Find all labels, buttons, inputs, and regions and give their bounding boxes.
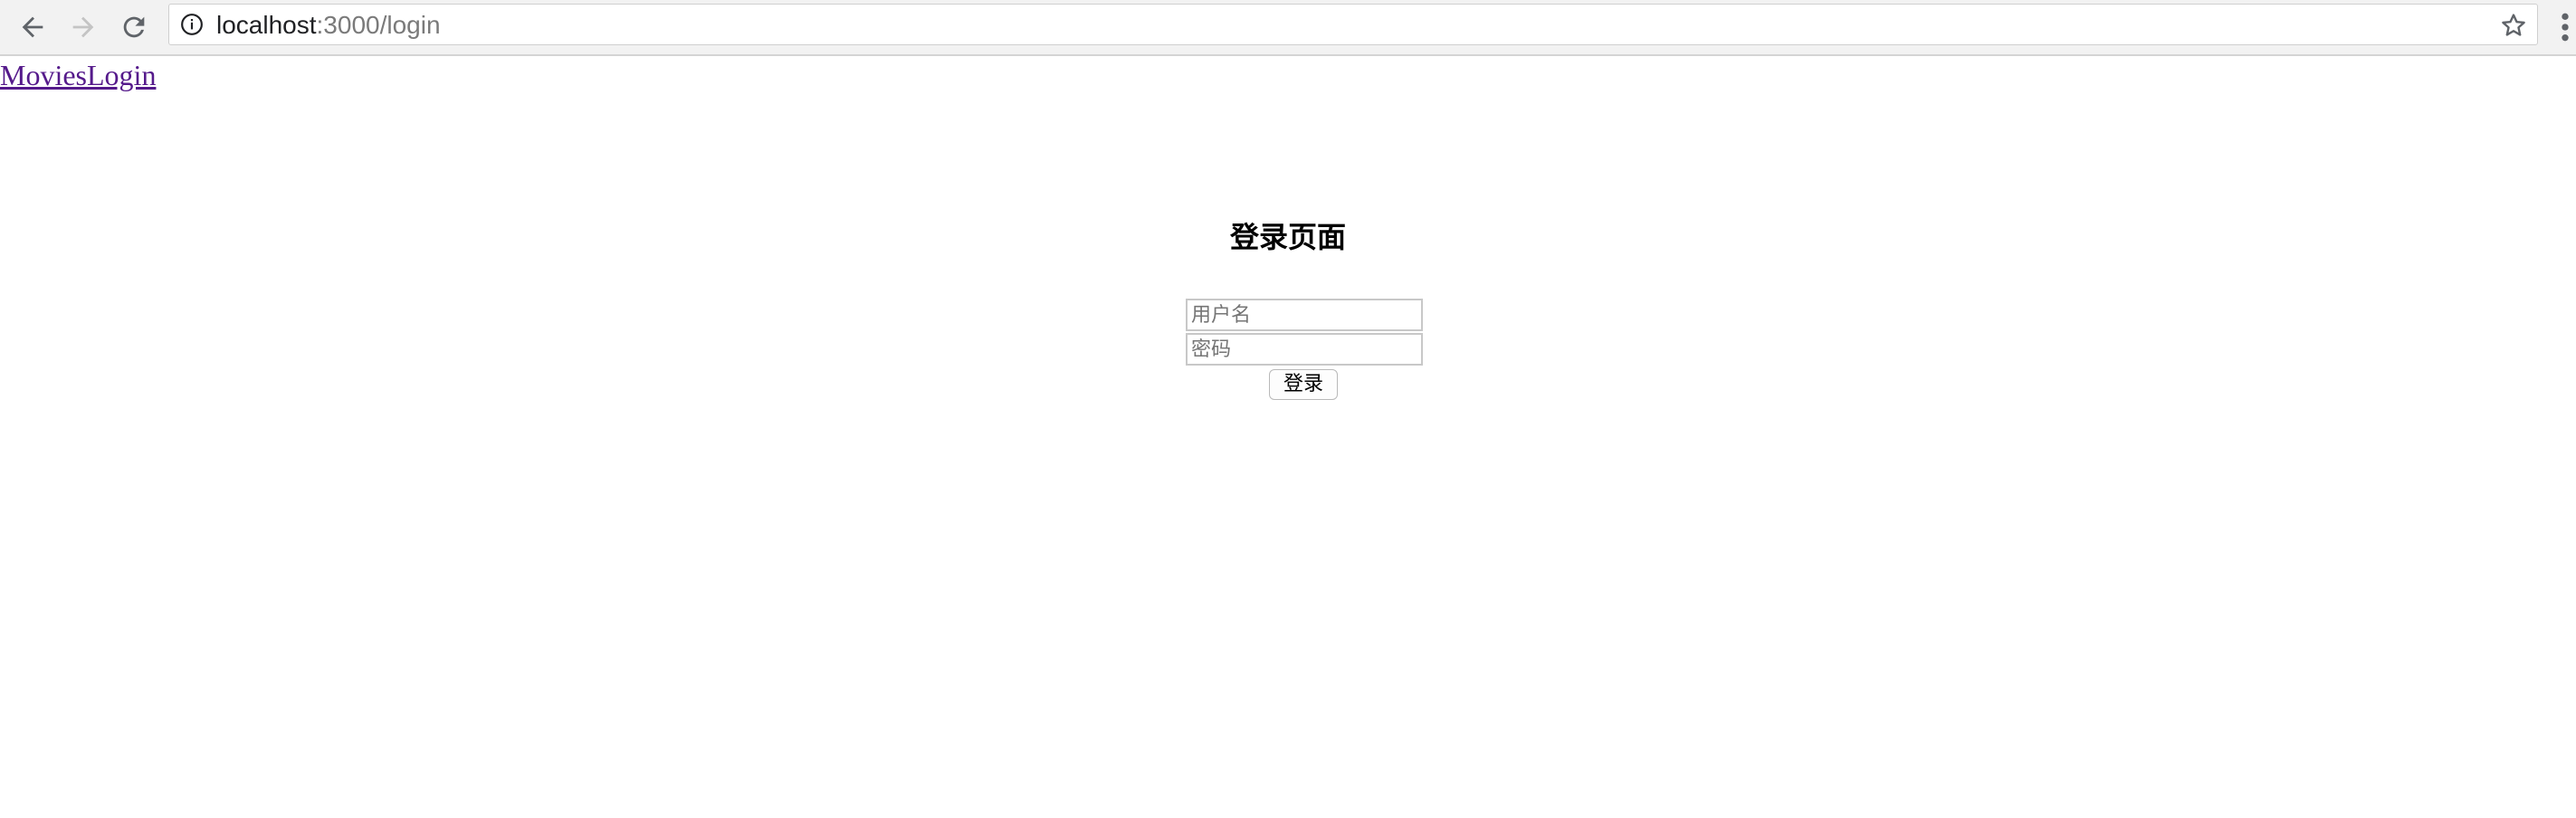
url-path: :3000/login (316, 11, 441, 39)
reload-button[interactable] (114, 7, 154, 47)
address-bar[interactable]: localhost:3000/login (168, 4, 2538, 45)
page-content: MoviesLogin 登录页面 登录 (0, 56, 2576, 818)
nav-link-login[interactable]: Login (87, 59, 156, 91)
username-input[interactable] (1186, 299, 1423, 331)
login-button[interactable]: 登录 (1269, 369, 1338, 400)
login-form: 登录 (1186, 299, 1423, 400)
info-icon[interactable] (180, 13, 204, 36)
forward-button[interactable] (63, 7, 103, 47)
nav-link-movies[interactable]: Movies (0, 59, 87, 91)
page-title: 登录页面 (1229, 220, 1346, 254)
browser-toolbar: localhost:3000/login (0, 0, 2576, 56)
password-input[interactable] (1186, 333, 1423, 366)
url-text[interactable]: localhost:3000/login (216, 13, 441, 38)
back-button[interactable] (13, 7, 52, 47)
url-host: localhost (216, 11, 317, 39)
arrow-right-icon (72, 16, 94, 38)
top-nav: MoviesLogin (0, 58, 156, 92)
reload-icon (123, 16, 145, 38)
more-vertical-icon[interactable] (2558, 9, 2572, 45)
arrow-left-icon (22, 16, 43, 38)
star-icon[interactable] (2499, 11, 2528, 40)
